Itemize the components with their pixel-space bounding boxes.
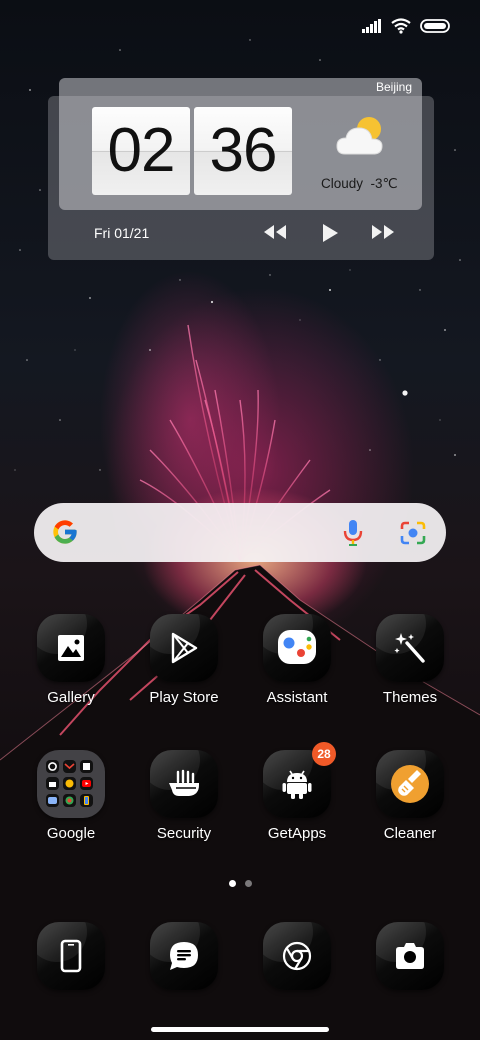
app-cleaner[interactable]: Cleaner (355, 750, 465, 842)
lens-camera-icon[interactable] (400, 520, 426, 551)
dock-phone[interactable] (16, 922, 126, 990)
app-folder-google[interactable]: Google (16, 750, 126, 842)
google-search-bar[interactable] (34, 503, 446, 562)
app-label-assistant: Assistant (266, 689, 328, 706)
dock-camera[interactable] (355, 922, 465, 990)
app-themes[interactable]: Themes (355, 614, 465, 706)
battery-icon (420, 19, 450, 38)
mini-google-icon (46, 760, 59, 773)
phone-icon[interactable] (37, 922, 105, 990)
app-security[interactable]: Security (129, 750, 239, 842)
mini-photos-icon (63, 794, 76, 807)
page-dot-2[interactable] (244, 880, 252, 887)
weather-temperature: -3℃ (370, 176, 398, 191)
folder-icon[interactable] (37, 750, 105, 818)
widget-date: Fri 01/21 (94, 225, 150, 241)
mini-youtube-icon (80, 777, 93, 790)
clock-widget[interactable]: Beijing 02 36 Cloudy -3℃ (59, 78, 422, 210)
clock-hour: 02 (92, 107, 190, 195)
app-label-play-store: Play Store (149, 689, 219, 706)
fast-forward-icon[interactable] (370, 222, 396, 247)
mini-duo-icon (80, 794, 93, 807)
app-play-store[interactable]: Play Store (129, 614, 239, 706)
chrome-icon[interactable] (263, 922, 331, 990)
app-gallery[interactable]: Gallery (16, 614, 126, 706)
app-label-getapps: GetApps (267, 825, 327, 842)
weather-city: Beijing (375, 80, 412, 94)
google-g-icon (51, 518, 79, 551)
mini-drive-icon (46, 777, 59, 790)
gesture-navigation-handle[interactable] (151, 1027, 329, 1032)
app-label-security: Security (156, 825, 212, 842)
app-getapps[interactable]: 28 GetApps (242, 742, 352, 842)
security-icon[interactable] (150, 750, 218, 818)
rewind-icon[interactable] (262, 222, 288, 247)
cleaner-icon[interactable] (376, 750, 444, 818)
mini-gmail-icon (63, 760, 76, 773)
play-store-icon[interactable] (150, 614, 218, 682)
mini-messages-icon (46, 794, 59, 807)
app-label-google: Google (46, 825, 96, 842)
gallery-icon[interactable] (37, 614, 105, 682)
weather-condition: Cloudy (321, 176, 364, 191)
page-dot-1[interactable] (228, 880, 236, 887)
page-indicator (0, 880, 480, 887)
weather-summary: Cloudy -3℃ (321, 176, 398, 192)
clock-minute: 36 (194, 107, 292, 195)
microphone-icon[interactable] (342, 519, 364, 552)
app-label-gallery: Gallery (47, 689, 95, 706)
assistant-icon[interactable] (263, 614, 331, 682)
mini-play-icon (63, 777, 76, 790)
app-assistant[interactable]: Assistant (242, 614, 352, 706)
status-bar (0, 0, 480, 56)
app-label-themes: Themes (382, 689, 438, 706)
mini-calendar-icon (80, 760, 93, 773)
notification-badge: 28 (312, 742, 336, 766)
signal-icon (362, 19, 382, 38)
dock-messages[interactable] (129, 922, 239, 990)
partly-cloudy-icon (335, 114, 387, 163)
dock-chrome[interactable] (242, 922, 352, 990)
camera-icon[interactable] (376, 922, 444, 990)
play-icon[interactable] (320, 222, 340, 249)
themes-icon[interactable] (376, 614, 444, 682)
messages-icon[interactable] (150, 922, 218, 990)
app-label-cleaner: Cleaner (383, 825, 437, 842)
wifi-icon (391, 18, 411, 39)
